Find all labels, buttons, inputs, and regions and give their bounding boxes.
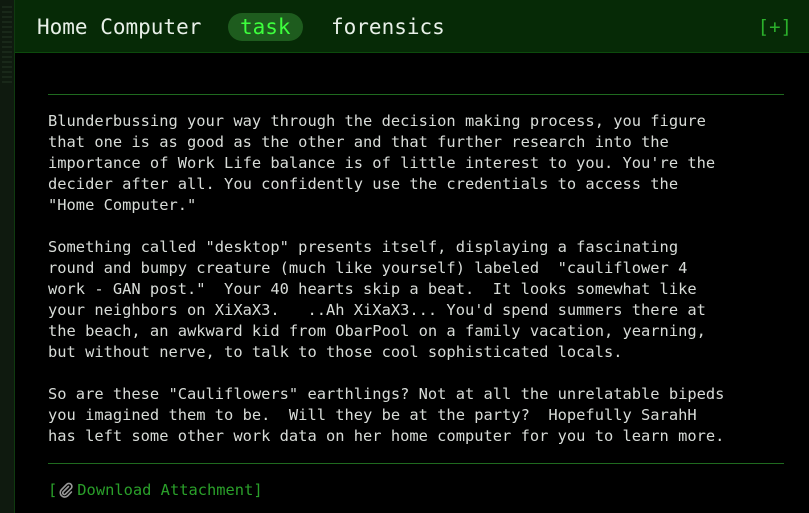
window-header: Home Computer task forensics [+] — [15, 0, 809, 53]
background-window-edge — [0, 0, 14, 513]
tab-forensics[interactable]: forensics — [331, 13, 445, 41]
paperclip-icon — [59, 482, 73, 504]
paragraph-1: Blunderbussing your way through the deci… — [48, 112, 716, 214]
message-window: Home Computer task forensics [+] Blunder… — [14, 0, 809, 513]
window-title: Home Computer — [37, 15, 202, 39]
close-bracket: ] — [253, 481, 263, 499]
paragraph-3: So are these "Cauliflowers" earthlings? … — [48, 385, 725, 445]
background-window-text-lines — [2, 6, 12, 86]
tab-task[interactable]: task — [228, 13, 303, 41]
open-bracket: [ — [48, 481, 58, 499]
bottom-divider — [48, 463, 784, 464]
top-divider — [48, 94, 784, 95]
expand-button[interactable]: [+] — [758, 14, 792, 40]
message-body: Blunderbussing your way through the deci… — [48, 111, 793, 468]
download-attachment-label: Download Attachment — [77, 481, 254, 499]
download-attachment-link[interactable]: [ Download Attachment] — [48, 479, 263, 504]
paragraph-2: Something called "desktop" presents itse… — [48, 238, 706, 361]
